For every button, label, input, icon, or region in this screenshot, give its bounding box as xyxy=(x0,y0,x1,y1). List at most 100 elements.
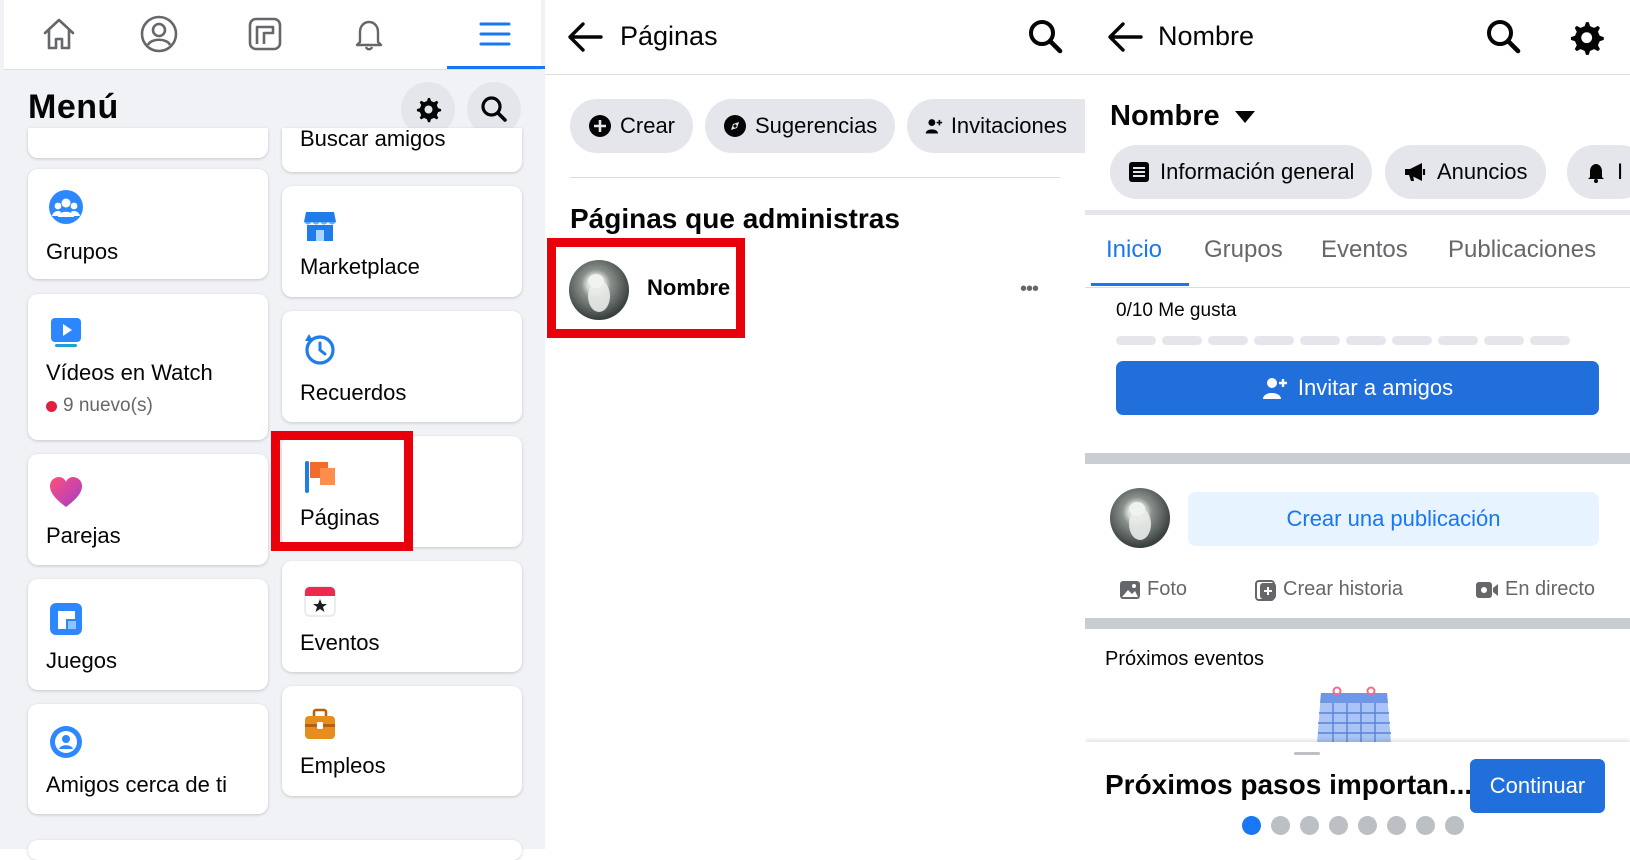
tab-home[interactable]: Inicio xyxy=(1106,236,1162,264)
menu-card-dating[interactable]: Parejas xyxy=(28,454,268,565)
bell-icon[interactable] xyxy=(345,12,393,56)
search-icon xyxy=(1487,20,1521,54)
invite-friends-button[interactable]: Invitar a amigos xyxy=(1116,361,1599,415)
more-options-button[interactable]: ••• xyxy=(1020,278,1039,301)
next-steps-title: Próximos pasos importan... xyxy=(1105,769,1473,800)
sheet-handle[interactable] xyxy=(1294,752,1320,755)
continue-button[interactable]: Continuar xyxy=(1470,759,1605,813)
menu-card-memories[interactable]: Recuerdos xyxy=(282,311,522,422)
tab-events[interactable]: Eventos xyxy=(1321,236,1408,264)
nearby-friends-icon xyxy=(50,726,82,758)
pager-dot[interactable] xyxy=(1445,816,1464,835)
page-name: Nombre xyxy=(1110,100,1220,132)
menu-card-events[interactable]: Eventos xyxy=(282,561,522,672)
ads-button[interactable]: Anuncios xyxy=(1385,145,1546,199)
feed-icon[interactable] xyxy=(241,12,289,56)
menu-icon[interactable] xyxy=(471,12,519,56)
progress-segment xyxy=(1438,336,1478,345)
menu-card-jobs[interactable]: Empleos xyxy=(282,686,522,796)
progress-segment xyxy=(1254,336,1294,345)
create-post-button[interactable]: Crear una publicación xyxy=(1188,492,1599,546)
overview-button[interactable]: Información general xyxy=(1110,145,1373,199)
back-arrow-icon xyxy=(1108,22,1143,52)
suggestions-button[interactable]: Sugerencias xyxy=(705,99,896,153)
menu-card-partial[interactable] xyxy=(28,128,268,158)
heart-icon xyxy=(50,477,82,507)
memories-icon xyxy=(305,334,335,365)
photo-button[interactable]: Foto xyxy=(1119,578,1187,601)
highlight-box xyxy=(271,431,413,551)
menu-card-marketplace[interactable]: Marketplace xyxy=(282,186,522,297)
caret-down-icon xyxy=(1234,110,1255,123)
marketplace-icon xyxy=(304,212,336,241)
live-video-button[interactable]: En directo xyxy=(1475,578,1595,601)
pill-label: Anuncios xyxy=(1437,159,1528,184)
menu-card-label: Marketplace xyxy=(300,254,420,279)
menu-card-label: Empleos xyxy=(300,753,386,778)
top-navigation-bar xyxy=(4,0,545,70)
profile-icon[interactable] xyxy=(135,12,183,56)
header-divider xyxy=(1085,74,1630,75)
settings-button[interactable] xyxy=(1567,18,1605,56)
search-button[interactable] xyxy=(1485,18,1523,56)
progress-segment xyxy=(1162,336,1202,345)
action-label: Foto xyxy=(1147,578,1188,600)
page-name-selector[interactable]: Nombre xyxy=(1110,100,1256,133)
calendar-illustration xyxy=(1317,686,1391,743)
tabs-divider xyxy=(1085,287,1630,288)
pager-dot[interactable] xyxy=(1329,816,1348,835)
progress-segment xyxy=(1300,336,1340,345)
active-tab-indicator xyxy=(447,66,545,69)
menu-card-partial-bottom xyxy=(28,840,522,860)
search-button[interactable] xyxy=(1027,18,1065,56)
progress-segment xyxy=(1484,336,1524,345)
bottom-sheet: Próximos pasos importan... Continuar xyxy=(1085,742,1630,849)
menu-card-watch[interactable]: Vídeos en Watch 9 nuevo(s) xyxy=(28,294,268,440)
section-divider xyxy=(1085,210,1630,215)
highlight-box xyxy=(547,238,745,338)
bell-icon xyxy=(1588,164,1604,183)
section-divider xyxy=(1085,453,1630,464)
pager-dot[interactable] xyxy=(1358,816,1377,835)
invitations-button[interactable]: Invitaciones xyxy=(907,99,1085,153)
pager-dot[interactable] xyxy=(1416,816,1435,835)
tab-groups[interactable]: Grupos xyxy=(1204,236,1283,264)
photo-icon xyxy=(1120,580,1140,599)
progress-segment xyxy=(1392,336,1432,345)
events-icon xyxy=(304,586,336,617)
jobs-icon xyxy=(305,708,335,739)
add-person-icon xyxy=(925,119,943,134)
create-story-button[interactable]: Crear historia xyxy=(1255,578,1403,601)
pager-dot[interactable] xyxy=(1242,816,1261,835)
notification-dot xyxy=(46,400,57,412)
tab-posts[interactable]: Publicaciones xyxy=(1448,236,1596,264)
menu-card-label: Vídeos en Watch xyxy=(46,360,213,385)
progress-segment xyxy=(1346,336,1386,345)
create-page-button[interactable]: Crear xyxy=(570,99,694,153)
menu-title: Menú xyxy=(28,88,119,126)
back-button[interactable] xyxy=(565,18,605,56)
games-icon xyxy=(50,603,82,635)
search-icon xyxy=(481,96,507,122)
header-title: Nombre xyxy=(1158,21,1255,51)
section-divider xyxy=(1085,618,1630,629)
section-divider xyxy=(570,177,1060,178)
menu-card-games[interactable]: Juegos xyxy=(28,579,268,690)
home-icon[interactable] xyxy=(35,12,83,56)
groups-icon xyxy=(49,190,83,224)
pager-dot[interactable] xyxy=(1387,816,1406,835)
pager-dot[interactable] xyxy=(1271,816,1290,835)
menu-card-nearby[interactable]: Amigos cerca de ti xyxy=(28,704,268,814)
notifications-button[interactable]: I xyxy=(1567,145,1630,199)
pager-dot[interactable] xyxy=(1300,816,1319,835)
managed-pages-title: Páginas que administras xyxy=(570,203,900,234)
menu-card-groups[interactable]: Grupos xyxy=(28,169,268,279)
watch-icon xyxy=(51,318,81,347)
page-panel: Nombre Nombre Información general Anunci… xyxy=(1085,0,1630,849)
pill-label: Crear xyxy=(620,113,676,138)
story-icon xyxy=(1255,579,1276,601)
menu-card-label: Recuerdos xyxy=(300,380,407,405)
menu-card-find-friends[interactable]: Buscar amigos xyxy=(282,128,522,172)
back-button[interactable] xyxy=(1105,18,1145,56)
pill-label: Información general xyxy=(1160,159,1355,184)
